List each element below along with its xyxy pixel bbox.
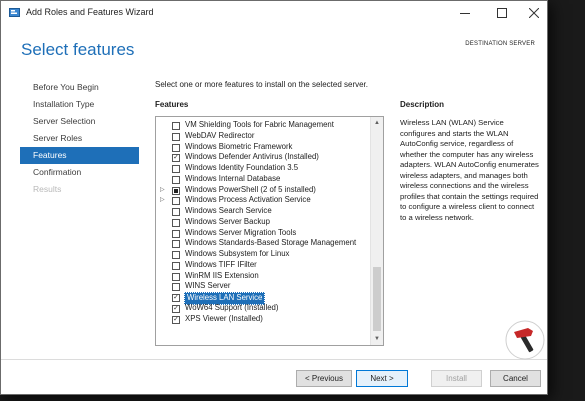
feature-label[interactable]: Windows Server Backup — [185, 217, 270, 228]
description-heading: Description — [400, 100, 445, 109]
destination-server-label: DESTINATION SERVER — [465, 41, 535, 47]
feature-checkbox[interactable]: ✓ — [172, 304, 180, 313]
features-heading: Features — [155, 100, 189, 109]
feature-checkbox[interactable] — [172, 165, 180, 173]
feature-row[interactable]: Windows Internal Database — [156, 174, 371, 185]
feature-checkbox[interactable] — [172, 122, 180, 130]
feature-checkbox[interactable] — [172, 186, 180, 195]
scroll-down-arrow-icon[interactable]: ▼ — [371, 333, 383, 345]
wizard-steps-nav: Before You Begin Installation Type Serve… — [20, 79, 139, 198]
feature-checkbox[interactable]: ✓ — [172, 294, 180, 302]
feature-label[interactable]: Windows Standards-Based Storage Manageme… — [185, 238, 356, 249]
feature-label[interactable]: WINS Server — [185, 281, 231, 292]
feature-row[interactable]: ✓ Wireless LAN Service — [156, 292, 371, 305]
features-scrollbar[interactable]: ▲ ▼ — [370, 117, 383, 345]
feature-row[interactable]: Windows Server Migration Tools — [156, 228, 371, 239]
server-manager-icon — [9, 8, 20, 17]
wizard-header: Select features DESTINATION SERVER — [1, 24, 547, 72]
feature-row[interactable]: ✓ WoW64 Support (Installed) — [156, 303, 371, 314]
feature-label[interactable]: Windows Server Migration Tools — [185, 228, 296, 239]
feature-row[interactable]: Windows Server Backup — [156, 217, 371, 228]
feature-checkbox[interactable] — [172, 197, 180, 206]
feature-label[interactable]: Windows Defender Antivirus (Installed) — [185, 152, 319, 163]
wizard-window: Add Roles and Features Wizard Select fea… — [0, 0, 548, 395]
feature-row[interactable]: WebDAV Redirector — [156, 131, 371, 142]
feature-row[interactable]: Windows Standards-Based Storage Manageme… — [156, 238, 371, 249]
nav-item-features[interactable]: Features — [20, 147, 139, 164]
feature-label[interactable]: Windows Internal Database — [185, 174, 280, 185]
feature-row[interactable]: Windows Biometric Framework — [156, 142, 371, 153]
nav-item-installation-type[interactable]: Installation Type — [20, 96, 139, 113]
nav-item-results: Results — [33, 184, 62, 194]
feature-checkbox[interactable]: ✓ — [172, 315, 180, 324]
feature-label[interactable]: WoW64 Support (Installed) — [185, 303, 278, 314]
install-button: Install — [431, 370, 482, 387]
scroll-up-arrow-icon[interactable]: ▲ — [371, 117, 383, 129]
window-title: Add Roles and Features Wizard — [26, 7, 154, 17]
feature-checkbox[interactable] — [172, 175, 180, 184]
minimize-icon — [460, 12, 470, 14]
maximize-icon — [497, 7, 507, 18]
previous-button[interactable]: < Previous — [296, 370, 352, 387]
feature-label[interactable]: Windows Search Service — [185, 206, 272, 217]
feature-label[interactable]: WebDAV Redirector — [185, 131, 254, 142]
scroll-thumb[interactable] — [373, 267, 381, 331]
feature-checkbox[interactable] — [172, 218, 180, 227]
expand-arrow-icon[interactable]: ▷ — [160, 185, 168, 196]
feature-label[interactable]: Windows TIFF IFilter — [185, 260, 257, 271]
minimize-button[interactable] — [448, 1, 482, 24]
nav-item-server-roles[interactable]: Server Roles — [20, 130, 139, 147]
feature-label[interactable]: XPS Viewer (Installed) — [185, 314, 263, 325]
title-bar: Add Roles and Features Wizard — [1, 1, 547, 24]
feature-row[interactable]: Windows TIFF IFilter — [156, 260, 371, 271]
feature-checkbox[interactable] — [172, 208, 180, 216]
feature-row[interactable]: Windows Identity Foundation 3.5 — [156, 163, 371, 174]
feature-row[interactable]: Windows Subsystem for Linux — [156, 249, 371, 260]
feature-row[interactable]: ▷ Windows PowerShell (2 of 5 installed) — [156, 185, 371, 196]
feature-label[interactable]: Windows PowerShell (2 of 5 installed) — [185, 185, 316, 196]
feature-checkbox[interactable] — [172, 272, 180, 281]
feature-row[interactable]: WinRM IIS Extension — [156, 271, 371, 282]
description-text: Wireless LAN (WLAN) Service configures a… — [400, 118, 539, 222]
feature-checkbox[interactable] — [172, 261, 180, 270]
close-icon — [529, 7, 539, 18]
feature-checkbox[interactable] — [172, 143, 180, 152]
maximize-button[interactable] — [485, 1, 519, 24]
cancel-button[interactable]: Cancel — [490, 370, 541, 387]
page-title: Select features — [21, 40, 135, 59]
expand-arrow-icon[interactable]: ▷ — [160, 195, 168, 206]
feature-checkbox[interactable] — [172, 283, 180, 292]
feature-checkbox[interactable] — [172, 240, 180, 249]
feature-row[interactable]: ✓ XPS Viewer (Installed) — [156, 314, 371, 325]
feature-checkbox[interactable] — [172, 132, 180, 141]
nav-item-server-selection[interactable]: Server Selection — [20, 113, 139, 130]
feature-row[interactable]: WINS Server — [156, 281, 371, 292]
instruction-text: Select one or more features to install o… — [155, 80, 369, 89]
feature-label[interactable]: VM Shielding Tools for Fabric Management — [185, 120, 334, 131]
features-list-items: VM Shielding Tools for Fabric Management… — [156, 120, 371, 324]
footer-divider — [1, 359, 547, 360]
close-button[interactable] — [517, 1, 551, 24]
feature-row[interactable]: ▷ Windows Process Activation Service — [156, 195, 371, 206]
feature-checkbox[interactable] — [172, 251, 180, 259]
feature-row[interactable]: VM Shielding Tools for Fabric Management — [156, 120, 371, 131]
next-button[interactable]: Next > — [356, 370, 408, 387]
feature-checkbox[interactable] — [172, 229, 180, 238]
feature-label[interactable]: WinRM IIS Extension — [185, 271, 259, 282]
feature-checkbox[interactable]: ✓ — [172, 154, 180, 163]
feature-label[interactable]: Windows Process Activation Service — [185, 195, 311, 206]
feature-label[interactable]: Windows Subsystem for Linux — [185, 249, 289, 260]
nav-item-confirmation[interactable]: Confirmation — [20, 164, 139, 181]
nav-item-before-you-begin[interactable]: Before You Begin — [20, 79, 139, 96]
features-list[interactable]: VM Shielding Tools for Fabric Management… — [155, 116, 384, 346]
feature-label[interactable]: Windows Identity Foundation 3.5 — [185, 163, 298, 174]
hammer-logo-icon — [505, 320, 545, 360]
feature-row[interactable]: ✓ Windows Defender Antivirus (Installed) — [156, 152, 371, 163]
feature-label[interactable]: Windows Biometric Framework — [185, 142, 292, 153]
feature-row[interactable]: Windows Search Service — [156, 206, 371, 217]
